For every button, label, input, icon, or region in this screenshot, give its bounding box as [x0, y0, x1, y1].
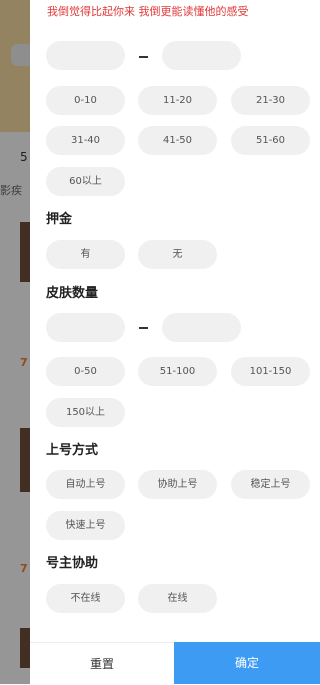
range-dash	[139, 327, 148, 329]
confirm-button[interactable]: 确定	[174, 642, 320, 684]
price-option[interactable]: 51-60	[231, 126, 310, 155]
price-option[interactable]: 41-50	[138, 126, 217, 155]
owner-assist-option[interactable]: 不在线	[46, 584, 125, 613]
login-method-option[interactable]: 快速上号	[46, 511, 125, 540]
price-option[interactable]: 60以上	[46, 167, 125, 196]
deposit-option[interactable]: 无	[138, 240, 217, 269]
login-method-option[interactable]: 协助上号	[138, 470, 217, 499]
section-title-deposit: 押金	[46, 212, 73, 227]
reset-button[interactable]: 重置	[30, 642, 174, 684]
deposit-option[interactable]: 有	[46, 240, 125, 269]
login-method-option[interactable]: 自动上号	[46, 470, 125, 499]
price-option[interactable]: 0-10	[46, 86, 125, 115]
price-option[interactable]: 11-20	[138, 86, 217, 115]
skin-count-option[interactable]: 101-150	[231, 357, 310, 386]
owner-assist-option[interactable]: 在线	[138, 584, 217, 613]
section-title-owner-assist: 号主协助	[46, 556, 99, 571]
skin-min-input[interactable]	[46, 313, 125, 342]
section-title-login-method: 上号方式	[46, 443, 99, 458]
drawer-footer: 重置 确定	[30, 642, 320, 684]
price-max-input[interactable]	[162, 41, 241, 70]
login-method-option[interactable]: 稳定上号	[231, 470, 310, 499]
section-title-skin-count: 皮肤数量	[46, 286, 99, 301]
skin-count-option[interactable]: 0-50	[46, 357, 125, 386]
price-min-input[interactable]	[46, 41, 125, 70]
dim-overlay[interactable]	[0, 0, 30, 684]
range-dash	[139, 56, 148, 58]
price-option[interactable]: 31-40	[46, 126, 125, 155]
skin-max-input[interactable]	[162, 313, 241, 342]
skin-count-option[interactable]: 51-100	[138, 357, 217, 386]
price-option[interactable]: 21-30	[231, 86, 310, 115]
marquee-notice: 我倒觉得比起你来 我倒更能读懂他的感受	[47, 5, 249, 18]
skin-count-option[interactable]: 150以上	[46, 398, 125, 427]
